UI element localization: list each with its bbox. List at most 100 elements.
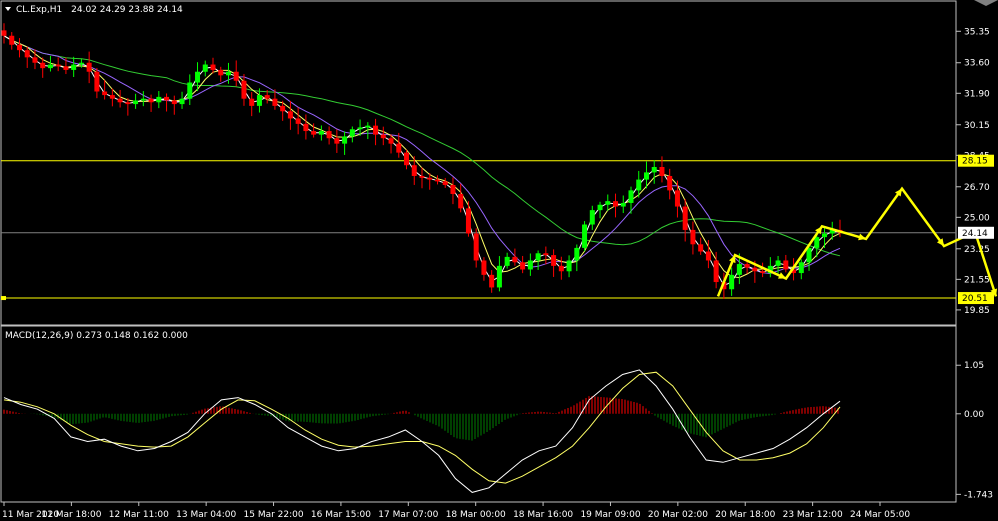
candle-body	[1, 30, 7, 36]
candle-body	[450, 184, 456, 194]
candle-body	[218, 69, 224, 76]
macd-tick-label: -1.743	[964, 490, 993, 500]
candle-body	[63, 66, 69, 70]
candle-body	[651, 167, 657, 173]
time-tick-label: 24 Mar 05:00	[850, 510, 910, 520]
candle-body	[419, 175, 425, 178]
candle-body	[256, 95, 262, 106]
candle-body	[636, 179, 642, 191]
candle-body	[109, 95, 115, 99]
candle-body	[775, 260, 781, 266]
candle-body	[667, 175, 673, 191]
candle-body	[659, 167, 665, 176]
candle-body	[822, 233, 828, 238]
candle-body	[78, 62, 84, 65]
candle-body	[156, 96, 162, 103]
candle-body	[729, 274, 735, 290]
shift-marker-icon	[974, 0, 998, 6]
candle-body	[551, 255, 557, 266]
candle-body	[40, 62, 46, 69]
macd-panel[interactable]: 1.05 0.00 -1.743 MACD(12,26,9) 0.273 0.148…	[0, 325, 993, 503]
symbol-header: CL.Exp,H1 24.02 24.29 23.88 24.14	[16, 5, 183, 15]
level-anchor	[1, 296, 6, 301]
candle-body	[705, 251, 711, 261]
candle-body	[102, 91, 108, 96]
time-tick-label: 19 Mar 09:00	[580, 510, 640, 520]
time-tick-label: 20 Mar 02:00	[648, 510, 708, 520]
candle-body	[674, 190, 680, 207]
level-tag: 20.51	[962, 294, 988, 304]
candle-body	[373, 125, 379, 135]
candle-body	[287, 111, 293, 119]
candle-body	[225, 71, 231, 76]
candle-body	[148, 98, 154, 103]
time-tick-label: 18 Mar 00:00	[446, 510, 506, 520]
price-tick-label: 21.55	[964, 275, 990, 285]
candle-body	[24, 50, 30, 58]
time-tick-label: 18 Mar 16:00	[513, 510, 573, 520]
candle-body	[682, 206, 688, 230]
candle-body	[643, 172, 649, 180]
time-tick-label: 13 Mar 04:00	[176, 510, 236, 520]
candle-body	[512, 256, 518, 263]
time-tick-label: 17 Mar 07:00	[378, 510, 438, 520]
time-axis: 11 Mar 202011 Mar 18:00 12 Mar 11:00 13 Ma…	[2, 502, 910, 520]
candle-body	[442, 181, 448, 185]
candle-body	[47, 64, 53, 69]
macd-tick-label: 1.05	[964, 361, 984, 371]
candle-body	[566, 260, 572, 272]
candle-body	[272, 98, 278, 106]
candle-body	[388, 138, 394, 144]
candle-body	[628, 190, 634, 203]
candle-body	[241, 80, 247, 99]
time-tick-label: 20 Mar 18:00	[715, 510, 775, 520]
candle-body	[349, 129, 355, 137]
candle-body	[55, 64, 61, 67]
candle-body	[558, 265, 564, 272]
candle-body	[117, 98, 123, 103]
candle-body	[9, 35, 15, 45]
candle-body	[404, 152, 410, 166]
candle-body	[133, 100, 139, 105]
macd-label: MACD(12,26,9) 0.273 0.148 0.162 0.000	[5, 331, 188, 341]
candle-body	[489, 274, 495, 288]
candle-body	[798, 262, 804, 274]
price-panel[interactable]: 35.3533.6031.9030.1528.4526.7025.0023.25…	[0, 0, 998, 326]
candle-body	[295, 118, 301, 124]
current-price-tag: 24.14	[962, 229, 988, 239]
candle-body	[202, 64, 208, 72]
candle-body	[210, 64, 216, 70]
price-tick-label: 33.60	[964, 59, 990, 69]
candle-body	[249, 98, 255, 106]
candle-body	[527, 260, 533, 270]
candle-body	[690, 229, 696, 245]
price-tick-label: 23.25	[964, 245, 990, 255]
candle-body	[32, 57, 38, 63]
candle-body	[365, 125, 371, 128]
candle-body	[434, 179, 440, 182]
candle-body	[605, 201, 611, 205]
candle-body	[520, 262, 526, 270]
candle-body	[744, 264, 750, 268]
candle-body	[357, 127, 363, 130]
candle-body	[543, 253, 549, 256]
chart-canvas[interactable]: 35.3533.6031.9030.1528.4526.7025.0023.25…	[0, 0, 998, 521]
candle-body	[535, 253, 541, 261]
price-tick-label: 31.90	[964, 89, 990, 99]
candle-body	[411, 165, 417, 176]
candle-body	[613, 201, 619, 207]
candle-body	[589, 210, 595, 225]
time-tick-label: 15 Mar 22:00	[244, 510, 304, 520]
candle-body	[179, 98, 185, 105]
candle-body	[736, 264, 742, 275]
candle-body	[318, 131, 324, 135]
price-tick-label: 25.00	[964, 213, 990, 223]
candle-body	[814, 237, 820, 248]
candle-body	[280, 105, 286, 112]
time-tick-label: 23 Mar 12:00	[783, 510, 843, 520]
candle-body	[264, 95, 270, 99]
price-tick-label: 30.15	[964, 121, 990, 131]
candle-body	[164, 96, 170, 101]
macd-axis: 1.05 0.00 -1.743	[956, 361, 993, 500]
candle-body	[597, 204, 603, 211]
